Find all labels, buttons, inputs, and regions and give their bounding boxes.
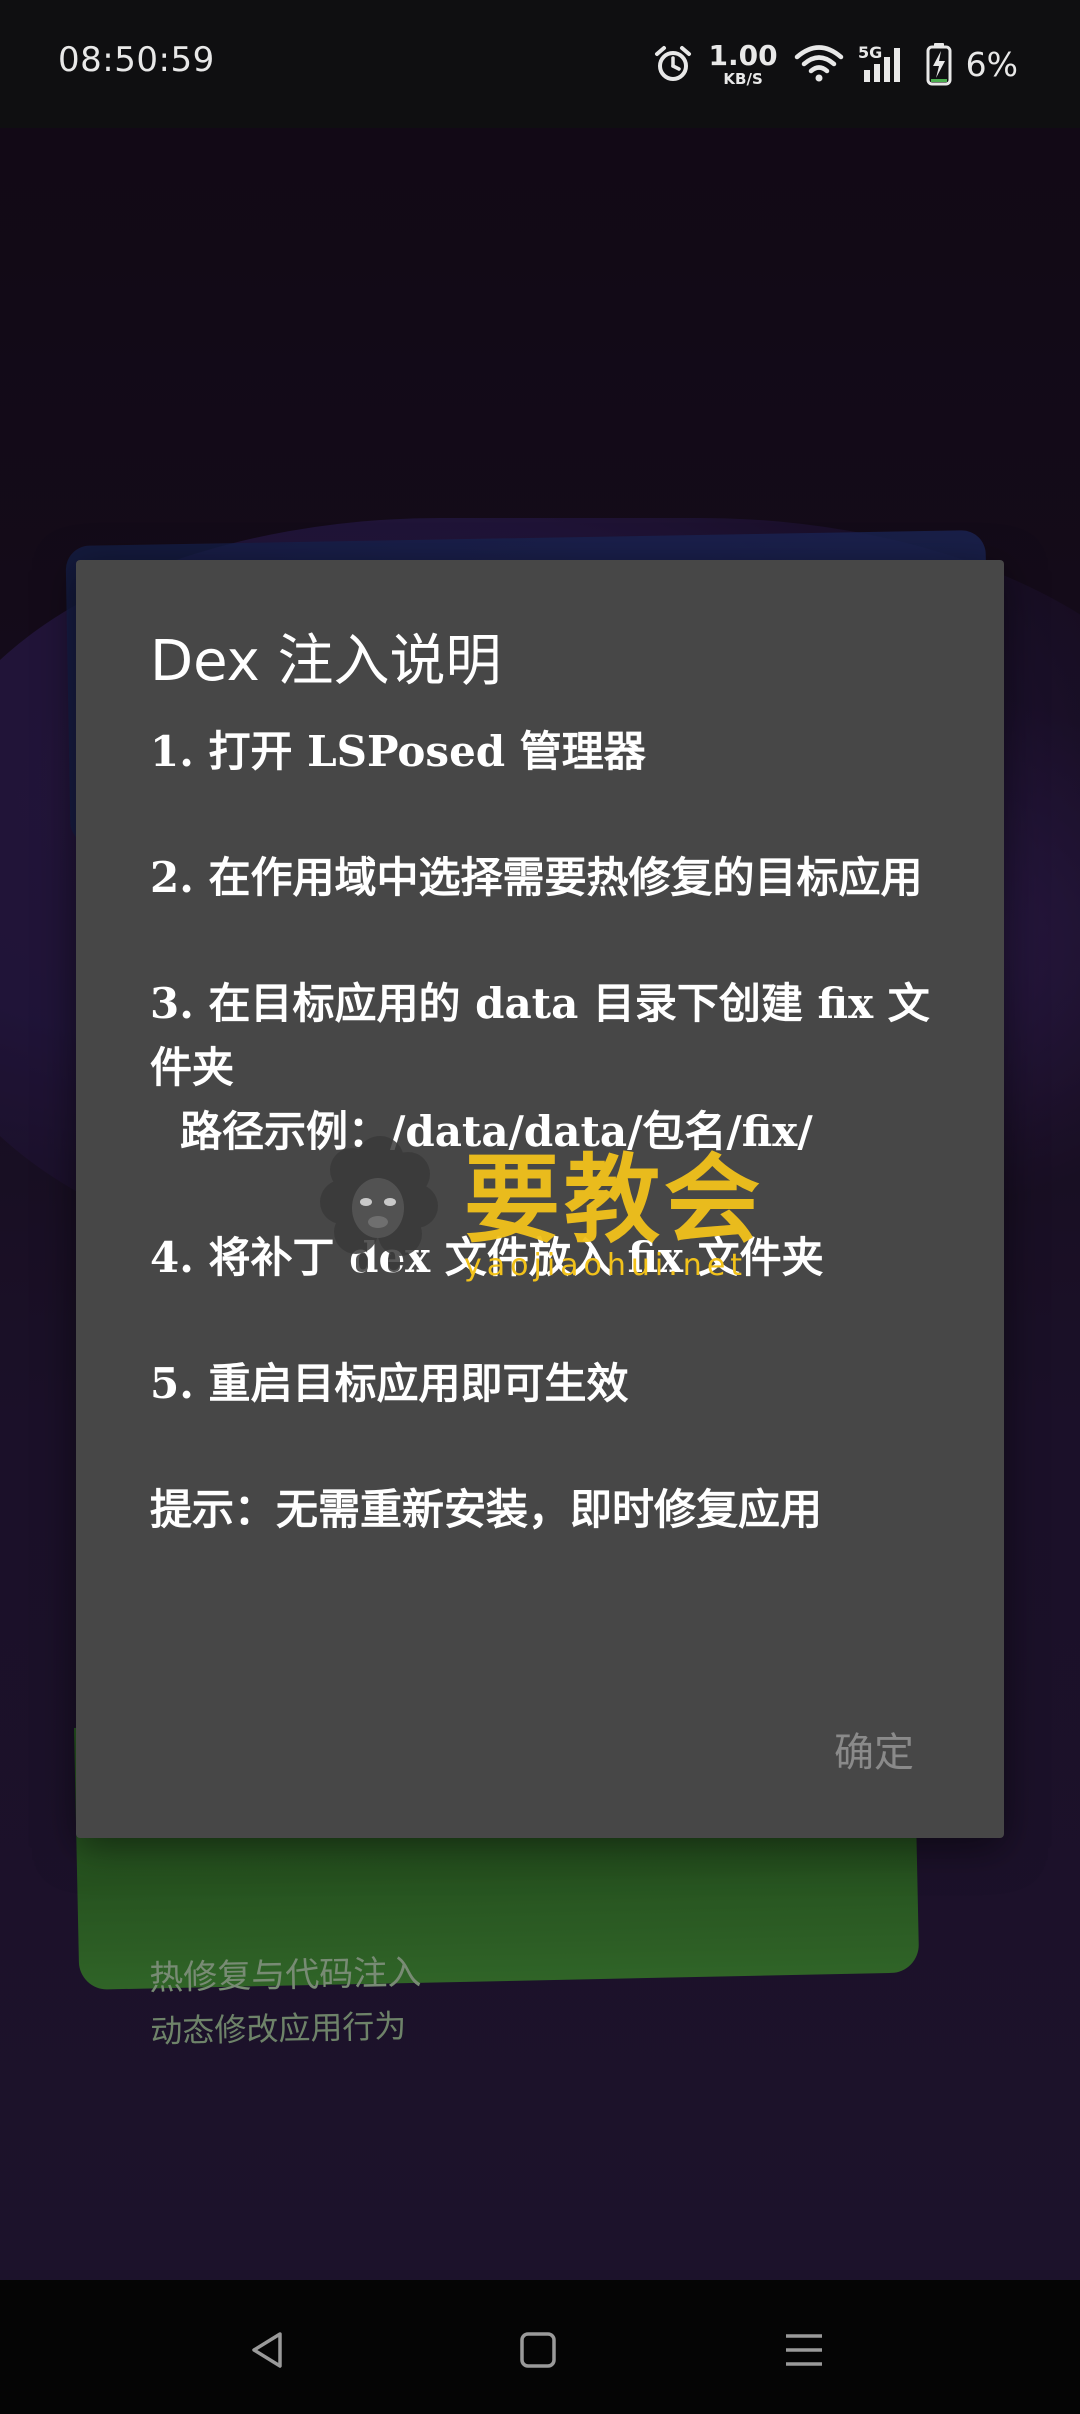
net-speed-value: 1.00 (708, 38, 778, 72)
net-speed: 1.00 KB/S (708, 38, 778, 88)
status-time: 08:50:59 (58, 40, 215, 80)
confirm-button[interactable]: 确定 (834, 1720, 914, 1778)
screen: 08:50:59 1.00 KB/S 5G 6% 热修复与代码注入 动态修改应用… (0, 0, 1080, 2414)
instruction-step-2: 2. 在作用域中选择需要热修复的目标应用 (150, 853, 923, 902)
dialog-title: Dex 注入说明 (150, 629, 502, 694)
alarm-icon (653, 44, 693, 84)
instruction-step-3: 3. 在目标应用的 data 目录下创建 fix 文件夹 (150, 979, 930, 1092)
net-speed-unit: KB/S (723, 69, 763, 88)
signal-5g-icon: 5G (858, 42, 912, 86)
watermark: 要教会 yaojiaohui.net (312, 1130, 792, 1290)
watermark-title: 要教会 (464, 1144, 764, 1256)
watermark-url: yaojiaohui.net (464, 1248, 748, 1283)
network-type-label: 5G (858, 43, 882, 62)
back-icon (252, 2332, 282, 2368)
wifi-icon (794, 44, 844, 84)
instruction-tip: 提示：无需重新安装，即时修复应用 (150, 1485, 823, 1534)
instruction-step-1: 1. 打开 LSPosed 管理器 (150, 727, 646, 776)
home-button[interactable] (508, 2320, 568, 2380)
menu-icon (786, 2334, 822, 2366)
battery-percent: 6% (965, 44, 1018, 84)
navigation-bar (0, 2280, 1080, 2414)
back-button[interactable] (238, 2320, 298, 2380)
status-bar: 08:50:59 1.00 KB/S 5G 6% (0, 0, 1080, 128)
battery-charging-icon (926, 42, 952, 86)
recents-button[interactable] (774, 2320, 834, 2380)
home-icon (520, 2332, 556, 2368)
instruction-step-5: 5. 重启目标应用即可生效 (150, 1359, 629, 1408)
status-icons: 1.00 KB/S 5G 6% (653, 34, 1018, 94)
sheep-logo-icon (320, 1136, 438, 1272)
